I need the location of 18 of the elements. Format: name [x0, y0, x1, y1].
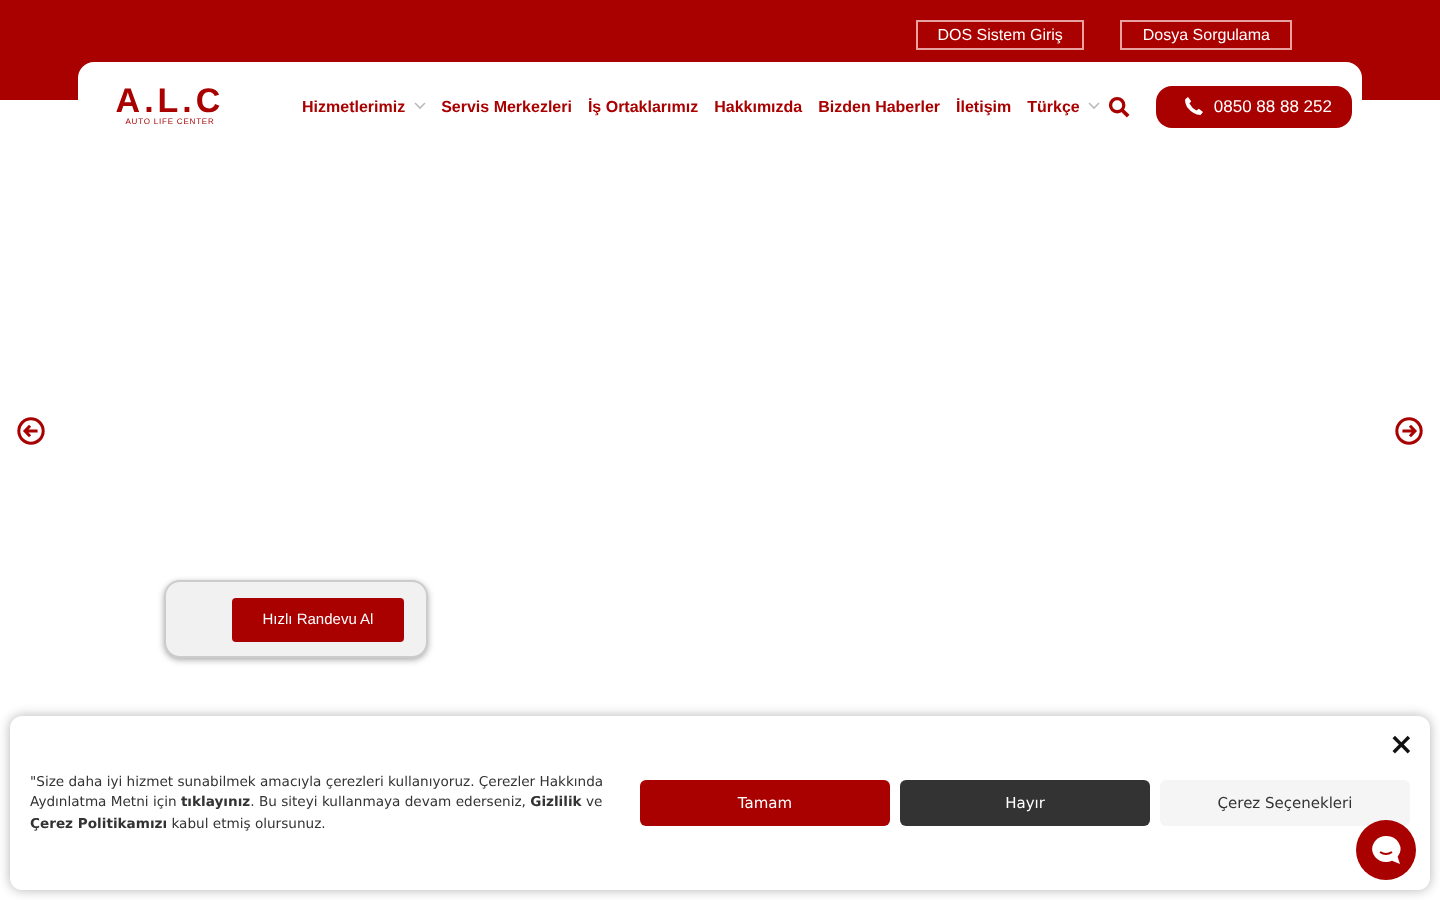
phone-button[interactable]: 0850 88 88 252 — [1155, 85, 1352, 127]
nav-link[interactable]: Bizden Haberler — [818, 97, 941, 115]
nav-link[interactable]: Hizmetlerimiz — [302, 97, 426, 115]
top-link-button[interactable]: Dosya Sorgulama — [1120, 20, 1292, 50]
close-button[interactable]: × — [1388, 726, 1414, 762]
phone-icon — [1183, 96, 1204, 116]
caret-icon — [413, 102, 426, 110]
chat-icon[interactable] — [1356, 820, 1416, 880]
nav-link[interactable]: Hakkımızda — [714, 97, 803, 115]
nav-link[interactable]: İletişim — [956, 97, 1012, 115]
arrow-right-icon[interactable] — [1394, 416, 1424, 446]
caret-icon — [1087, 102, 1100, 110]
arrow-left-icon[interactable] — [16, 416, 46, 446]
search-icon[interactable] — [1107, 95, 1130, 117]
nav-link[interactable]: İş Ortaklarımız — [587, 97, 699, 115]
top-link-button[interactable]: DOS Sistem Giriş — [915, 20, 1085, 50]
nav-link[interactable]: Türkçe — [1027, 97, 1100, 115]
nav-link[interactable]: Servis Merkezleri — [441, 97, 572, 115]
